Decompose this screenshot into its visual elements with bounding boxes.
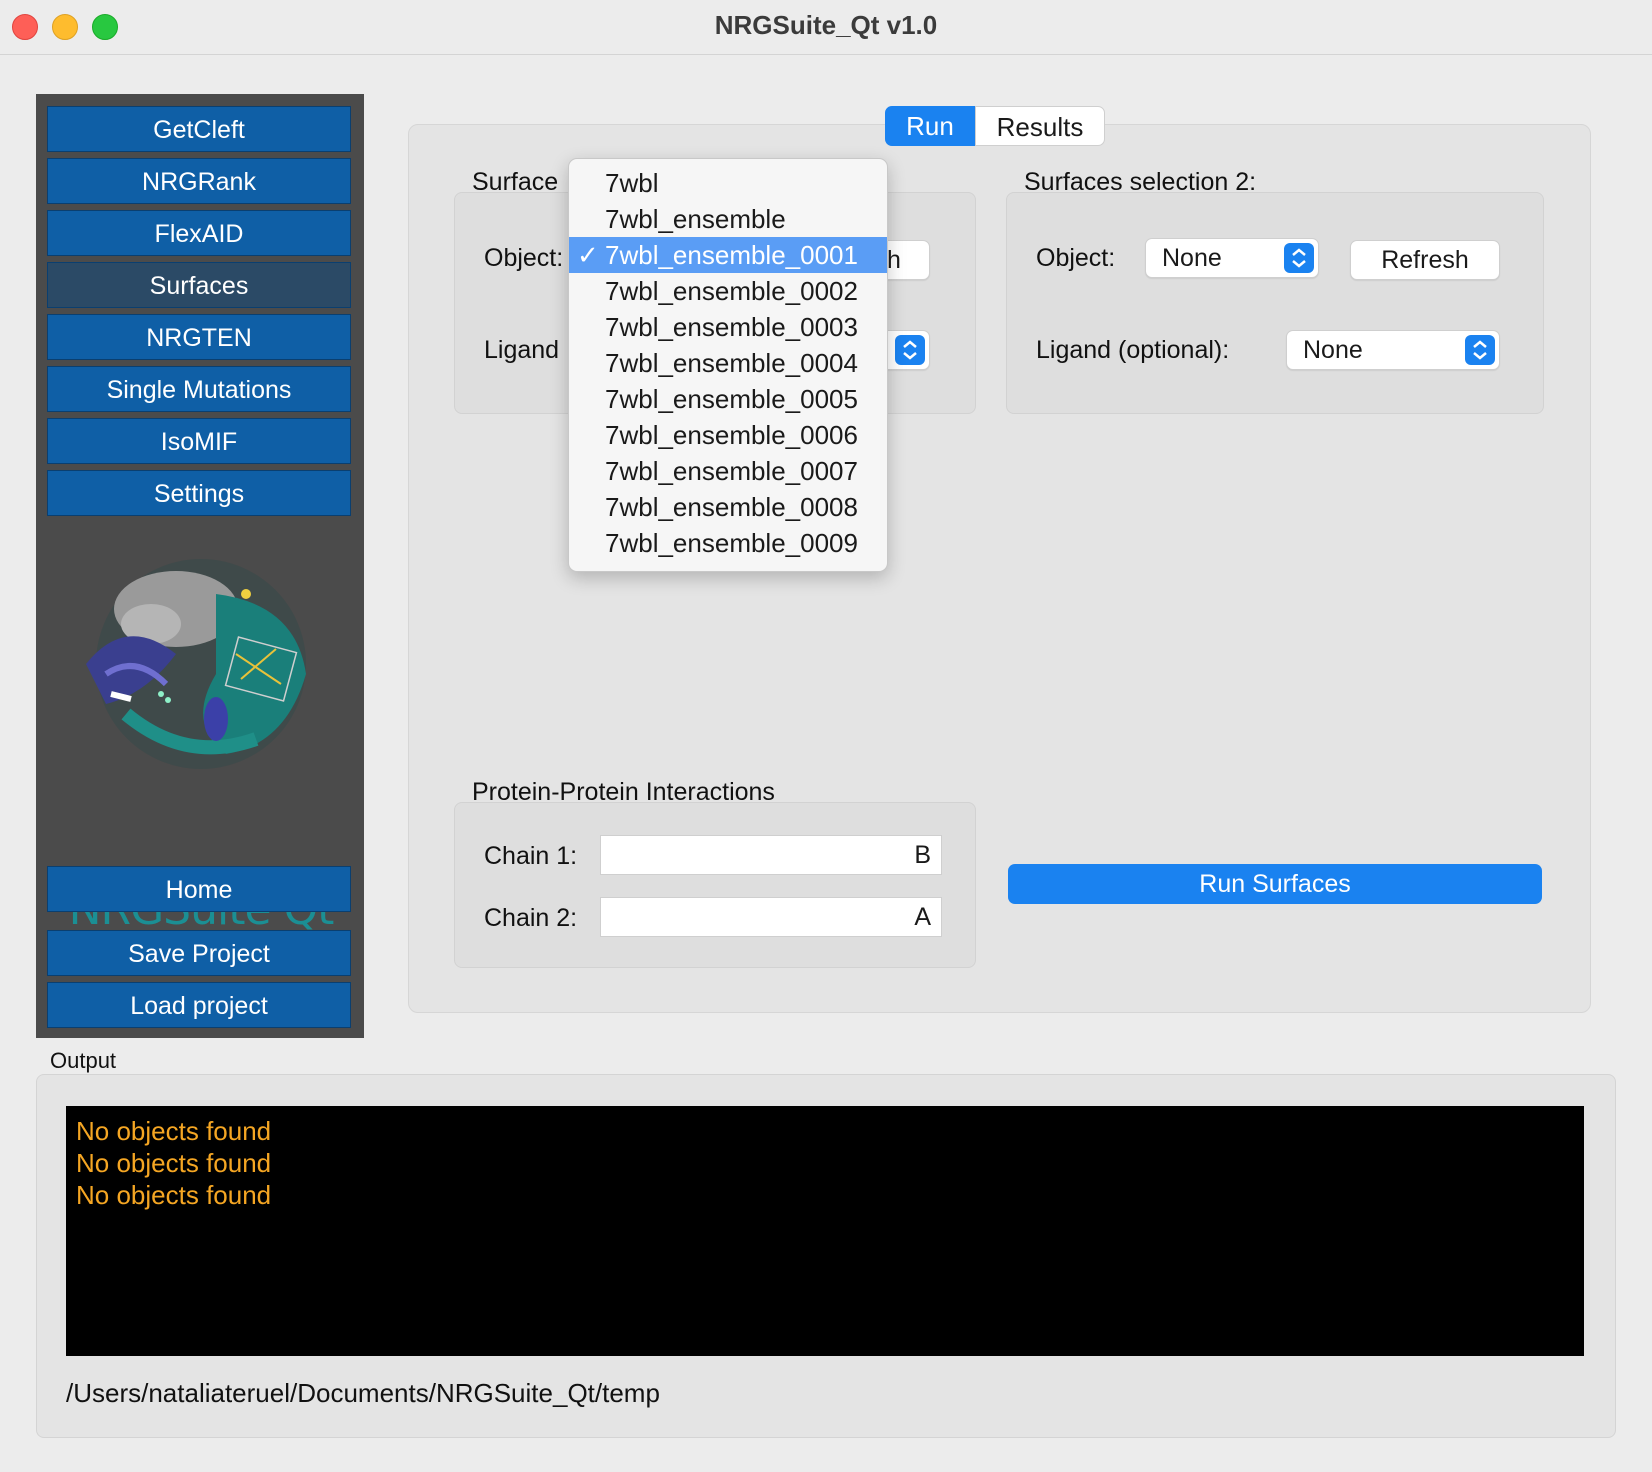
chain-1-label: Chain 1: <box>484 842 578 870</box>
dropdown-item[interactable]: 7wbl_ensemble_0007 <box>569 453 887 489</box>
dropdown-item[interactable]: 7wbl <box>569 165 887 201</box>
protein-structure-image <box>86 559 306 769</box>
output-console[interactable]: No objects found No objects found No obj… <box>66 1106 1584 1356</box>
sidebar-item-nrgrank[interactable]: NRGRank <box>47 158 351 204</box>
dropdown-item-selected[interactable]: ✓ 7wbl_ensemble_0001 <box>569 237 887 273</box>
sidebar-item-nrgten[interactable]: NRGTEN <box>47 314 351 360</box>
sidebar-item-getcleft[interactable]: GetCleft <box>47 106 351 152</box>
tab-bar: Run Results <box>885 106 1105 146</box>
console-line: No objects found <box>76 1148 272 1178</box>
sidebar-item-isomif[interactable]: IsoMIF <box>47 418 351 464</box>
chevron-updown-icon <box>1465 335 1495 365</box>
console-line: No objects found <box>76 1116 272 1146</box>
selection-2-ligand-combo[interactable]: None <box>1286 330 1500 370</box>
console-line: No objects found <box>76 1180 272 1210</box>
temp-path-text: /Users/nataliateruel/Documents/NRGSuite_… <box>66 1378 660 1408</box>
sidebar-item-single-mutations[interactable]: Single Mutations <box>47 366 351 412</box>
sidebar-item-flexaid[interactable]: FlexAID <box>47 210 351 256</box>
dropdown-item[interactable]: 7wbl_ensemble_0002 <box>569 273 887 309</box>
save-project-button[interactable]: Save Project <box>47 930 351 976</box>
load-project-button[interactable]: Load project <box>47 982 351 1028</box>
dropdown-item[interactable]: 7wbl_ensemble <box>569 201 887 237</box>
dropdown-item[interactable]: 7wbl_ensemble_0005 <box>569 381 887 417</box>
dropdown-item[interactable]: 7wbl_ensemble_0009 <box>569 525 887 561</box>
dropdown-item[interactable]: 7wbl_ensemble_0003 <box>569 309 887 345</box>
selection-2-object-value: None <box>1162 244 1222 272</box>
selection-1-object-label: Object: <box>484 244 564 272</box>
dropdown-item[interactable]: 7wbl_ensemble_0004 <box>569 345 887 381</box>
checkmark-icon: ✓ <box>577 240 599 270</box>
dropdown-item[interactable]: 7wbl_ensemble_0008 <box>569 489 887 525</box>
selection-2-object-label: Object: <box>1036 244 1116 272</box>
selection-2-object-combo[interactable]: None <box>1145 238 1319 278</box>
sidebar-item-surfaces[interactable]: Surfaces <box>47 262 351 308</box>
chain-1-input[interactable]: B <box>600 835 942 875</box>
tab-results[interactable]: Results <box>975 106 1105 146</box>
surfaces-selection-2-title: Surfaces selection 2: <box>1024 168 1257 196</box>
sidebar: GetCleft NRGRank FlexAID Surfaces NRGTEN… <box>36 94 364 1038</box>
dropdown-item[interactable]: 7wbl_ensemble_0006 <box>569 417 887 453</box>
refresh-button[interactable]: Refresh <box>1350 240 1500 280</box>
run-surfaces-button[interactable]: Run Surfaces <box>1008 864 1542 904</box>
chain-2-input[interactable]: A <box>600 897 942 937</box>
surfaces-selection-1-title: Surface <box>472 168 559 196</box>
chain-2-label: Chain 2: <box>484 904 578 932</box>
tab-run[interactable]: Run <box>885 106 975 146</box>
surfaces-selection-2-group <box>1006 192 1544 414</box>
dropdown-item-label: 7wbl_ensemble_0001 <box>605 240 858 270</box>
ppi-group <box>454 802 976 968</box>
selection-1-ligand-label: Ligand <box>484 336 560 364</box>
ppi-title: Protein-Protein Interactions <box>472 778 775 806</box>
sidebar-item-settings[interactable]: Settings <box>47 470 351 516</box>
title-bar: NRGSuite_Qt v1.0 <box>0 0 1652 55</box>
object-dropdown-menu: 7wbl 7wbl_ensemble ✓ 7wbl_ensemble_0001 … <box>568 158 888 572</box>
selection-2-ligand-value: None <box>1303 336 1363 364</box>
chevron-updown-icon <box>1284 243 1314 273</box>
chevron-updown-icon <box>895 335 925 365</box>
home-button[interactable]: Home <box>47 866 351 912</box>
output-label: Output <box>50 1048 117 1073</box>
window-title: NRGSuite_Qt v1.0 <box>714 10 938 40</box>
selection-2-ligand-label: Ligand (optional): <box>1036 336 1230 364</box>
